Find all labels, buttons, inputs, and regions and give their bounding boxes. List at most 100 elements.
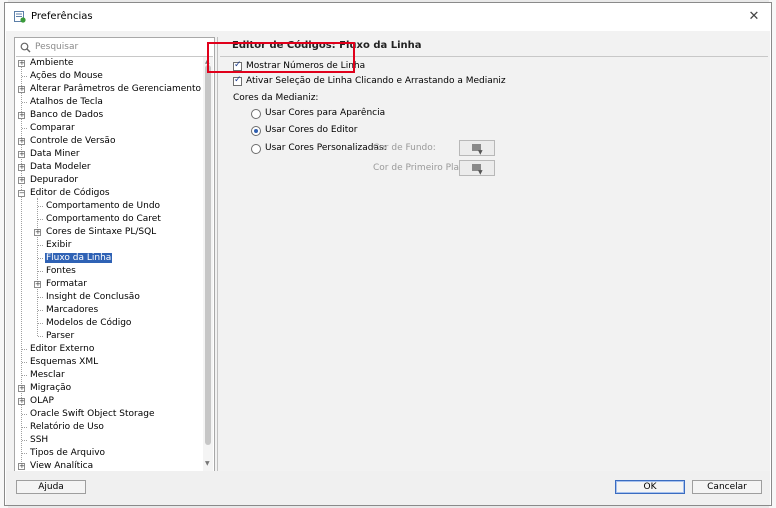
foreground-color-label: Cor de Primeiro Plano bbox=[373, 163, 471, 173]
expand-icon[interactable]: + bbox=[18, 86, 25, 93]
use-editor-colors-label[interactable]: Usar Cores do Editor bbox=[265, 125, 357, 135]
expand-icon[interactable]: + bbox=[18, 385, 25, 392]
enable-line-selection-label[interactable]: Ativar Seleção de Linha Clicando e Arras… bbox=[246, 76, 506, 86]
tree-item-label: Ambiente bbox=[30, 58, 74, 68]
tree-connector bbox=[22, 102, 27, 104]
collapse-icon[interactable]: − bbox=[18, 190, 25, 197]
help-button[interactable]: Ajuda bbox=[16, 480, 86, 494]
expand-icon[interactable]: + bbox=[18, 164, 25, 171]
tree-item-label: Atalhos de Tecla bbox=[30, 97, 103, 107]
tree-item[interactable]: Ambiente bbox=[29, 57, 74, 70]
window-title: Preferências bbox=[31, 11, 93, 22]
background-color-label: Cor de Fundo: bbox=[373, 143, 436, 153]
tree-item-label: Migração bbox=[30, 383, 72, 393]
expand-icon[interactable]: + bbox=[34, 229, 41, 236]
expand-icon[interactable]: + bbox=[18, 60, 25, 67]
expand-icon[interactable]: + bbox=[34, 281, 41, 288]
tree-item[interactable]: Fluxo da Linha bbox=[45, 252, 113, 265]
tree-connector bbox=[22, 453, 27, 455]
expand-icon[interactable]: + bbox=[18, 112, 25, 119]
use-appearance-colors-radio[interactable] bbox=[251, 109, 261, 119]
cancel-button[interactable]: Cancelar bbox=[692, 480, 762, 494]
tree-item-label: Exibir bbox=[46, 240, 72, 250]
tree-item-label: Controle de Versão bbox=[30, 136, 116, 146]
tree-item[interactable]: OLAP bbox=[29, 395, 55, 408]
tree-item[interactable]: Data Miner bbox=[29, 148, 81, 161]
expand-icon[interactable]: + bbox=[18, 151, 25, 158]
tree-item[interactable]: Atalhos de Tecla bbox=[29, 96, 104, 109]
tree-scrollbar[interactable]: ▲ ▼ bbox=[203, 57, 213, 471]
tree-item-label: View Analítica bbox=[30, 461, 94, 471]
tree-item-label: Mesclar bbox=[30, 370, 65, 380]
tree-item[interactable]: Modelos de Código bbox=[45, 317, 132, 330]
tree-connector bbox=[38, 219, 43, 221]
tree-item[interactable]: Tipos de Arquivo bbox=[29, 447, 106, 460]
tree-item[interactable]: Cores de Sintaxe PL/SQL bbox=[45, 226, 157, 239]
tree-connector bbox=[21, 63, 23, 466]
use-appearance-colors-label[interactable]: Usar Cores para Aparência bbox=[265, 108, 385, 118]
tree-item[interactable]: Comportamento do Caret bbox=[45, 213, 162, 226]
tree-item[interactable]: Banco de Dados bbox=[29, 109, 104, 122]
use-custom-colors-radio[interactable] bbox=[251, 144, 261, 154]
close-icon[interactable]: ✕ bbox=[745, 8, 763, 26]
ok-button[interactable]: OK bbox=[615, 480, 685, 494]
use-editor-colors-radio[interactable] bbox=[251, 126, 261, 136]
tree-item[interactable]: Esquemas XML bbox=[29, 356, 99, 369]
foreground-color-picker[interactable]: ▼ bbox=[459, 160, 495, 176]
expand-icon[interactable]: + bbox=[18, 177, 25, 184]
preferences-app-icon bbox=[14, 11, 26, 23]
tree-connector bbox=[22, 128, 27, 130]
tree-item[interactable]: Comparar bbox=[29, 122, 76, 135]
expand-icon[interactable]: + bbox=[18, 138, 25, 145]
enable-line-selection-checkbox[interactable]: ✓ bbox=[233, 75, 242, 86]
tree-connector bbox=[38, 206, 43, 208]
scrollbar-thumb[interactable] bbox=[205, 65, 211, 445]
tree-item[interactable]: Editor de Códigos bbox=[29, 187, 111, 200]
expand-icon[interactable]: + bbox=[18, 398, 25, 405]
tree-item-label: Relatório de Uso bbox=[30, 422, 104, 432]
settings-panel: Editor de Códigos: Fluxo da Linha ✓ Most… bbox=[220, 37, 768, 472]
tree-item[interactable]: Relatório de Uso bbox=[29, 421, 105, 434]
pane-splitter[interactable] bbox=[217, 37, 218, 472]
tree-item[interactable]: Alterar Parâmetros de Gerenciamento bbox=[29, 83, 202, 96]
radio-selected-dot bbox=[254, 129, 258, 133]
tree-item[interactable]: Exibir bbox=[45, 239, 72, 252]
tree-item[interactable]: Comportamento de Undo bbox=[45, 200, 161, 213]
tree-connector bbox=[22, 414, 27, 416]
tree-connector bbox=[22, 427, 27, 429]
tree-item[interactable]: Formatar bbox=[45, 278, 88, 291]
tree-connector bbox=[22, 375, 27, 377]
tree-connector bbox=[38, 258, 43, 260]
tree-connector bbox=[22, 440, 27, 442]
tree-item[interactable]: Depurador bbox=[29, 174, 79, 187]
tree-item[interactable]: Insight de Conclusão bbox=[45, 291, 141, 304]
tree-item-label: Cores de Sintaxe PL/SQL bbox=[46, 227, 157, 237]
tree-item-label: Ações do Mouse bbox=[30, 71, 103, 81]
dropdown-arrow-icon: ▼ bbox=[478, 149, 483, 156]
expand-icon[interactable]: + bbox=[18, 463, 25, 470]
tree-item[interactable]: Parser bbox=[45, 330, 75, 343]
background-color-picker[interactable]: ▼ bbox=[459, 140, 495, 156]
tree-item[interactable]: SSH bbox=[29, 434, 49, 447]
tree-item[interactable]: Controle de Versão bbox=[29, 135, 116, 148]
tree-item-label: Editor de Códigos bbox=[30, 188, 110, 198]
tree-item[interactable]: Mesclar bbox=[29, 369, 66, 382]
tree-item[interactable]: Fontes bbox=[45, 265, 77, 278]
tree-item-label: Alterar Parâmetros de Gerenciamento bbox=[30, 84, 202, 94]
tree-item-label: Data Modeler bbox=[30, 162, 91, 172]
tree-item-label: Depurador bbox=[30, 175, 79, 185]
tree-item-label: SSH bbox=[30, 435, 49, 445]
tree-item[interactable]: Editor Externo bbox=[29, 343, 95, 356]
tree-item[interactable]: Migração bbox=[29, 382, 72, 395]
search-input[interactable]: Pesquisar bbox=[35, 42, 78, 52]
tree-item[interactable]: Data Modeler bbox=[29, 161, 92, 174]
scroll-down-arrow-icon[interactable]: ▼ bbox=[205, 460, 210, 467]
tree-item[interactable]: Ações do Mouse bbox=[29, 70, 104, 83]
search-field[interactable]: Pesquisar bbox=[16, 39, 213, 57]
tree-item[interactable]: Marcadores bbox=[45, 304, 99, 317]
highlight-annotation-box bbox=[207, 42, 355, 73]
use-custom-colors-label[interactable]: Usar Cores Personalizadas: bbox=[265, 143, 387, 153]
tree-item-label: Comportamento de Undo bbox=[46, 201, 161, 211]
tree-connector bbox=[38, 271, 43, 273]
tree-item[interactable]: Oracle Swift Object Storage bbox=[29, 408, 156, 421]
